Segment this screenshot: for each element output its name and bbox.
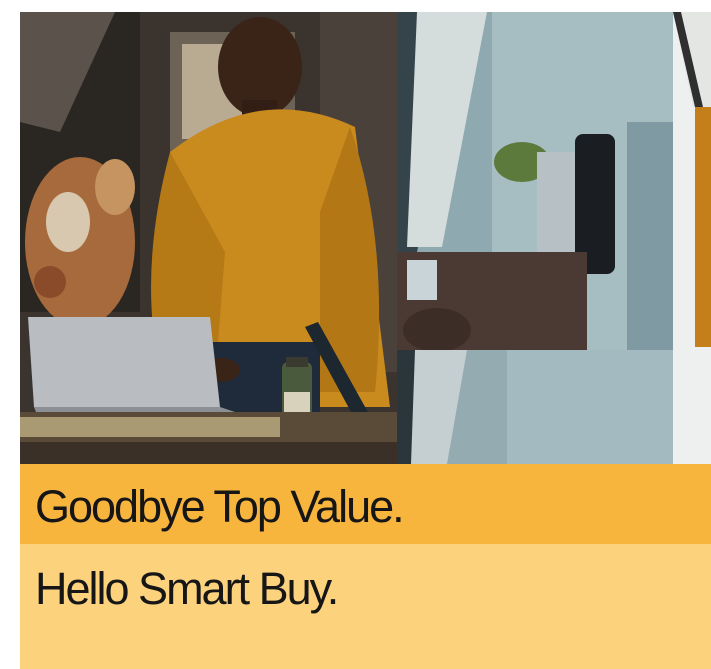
- headline-band: Goodbye Top Value. Hello Smart Buy.: [20, 464, 711, 669]
- man-at-laptop-image: [20, 12, 397, 464]
- monitor-photo: [397, 12, 673, 350]
- monitor-webcam-image: [397, 12, 673, 350]
- photo-collage: [20, 12, 711, 464]
- headline-line-2: Hello Smart Buy.: [35, 563, 339, 614]
- sleeve-photo: [673, 12, 711, 464]
- headline-line-1: Goodbye Top Value.: [35, 481, 405, 532]
- monitor-detail-image: [397, 350, 673, 464]
- main-photo: [20, 12, 397, 464]
- monitor-detail-photo: [397, 350, 673, 464]
- sleeve-image: [673, 12, 711, 464]
- ad-banner[interactable]: Goodbye Top Value. Hello Smart Buy.: [20, 12, 711, 669]
